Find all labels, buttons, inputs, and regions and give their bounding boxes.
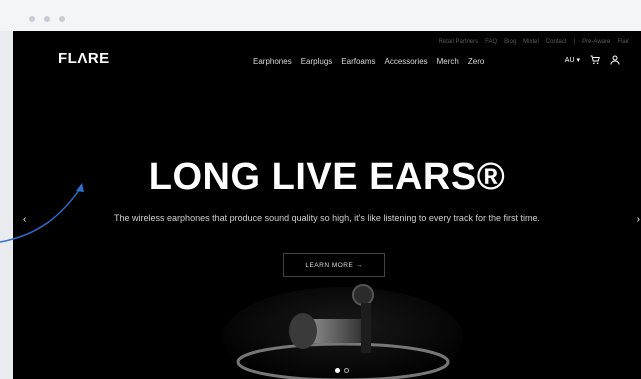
nav-item-earplugs[interactable]: Earplugs [301,57,333,66]
top-links: Retail Partners FAQ Blog Mixtel Contact … [438,39,629,51]
top-link[interactable]: Flair [617,39,629,51]
top-link[interactable]: Pre-Aware [582,39,610,51]
nav-item-merch[interactable]: Merch [437,57,459,66]
divider: | [573,39,576,45]
window-control-dot[interactable] [29,16,35,22]
browser-window: FLΛRE Retail Partners FAQ Blog Mixtel Co… [0,0,641,379]
window-control-dot[interactable] [44,16,50,22]
window-control-dot[interactable] [59,16,65,22]
carousel-dot-active[interactable] [335,368,340,373]
cart-icon[interactable] [590,55,600,65]
user-icon[interactable] [610,55,620,65]
earphone-product-image [223,284,463,379]
nav-item-zero[interactable]: Zero [468,57,484,66]
top-link[interactable]: Contact [546,39,567,51]
hero-subtitle: The wireless earphones that produce soun… [114,213,540,223]
hero-title: LONG LIVE EARS® [148,156,506,198]
utility-nav: AU ▾ [565,53,620,67]
region-label: AU [564,57,575,64]
carousel-pagination [335,368,349,373]
top-link[interactable]: Mixtel [523,39,539,51]
chevron-down-icon: ▾ [576,57,580,64]
top-link[interactable]: Blog [504,39,516,51]
nav-item-earfoams[interactable]: Earfoams [341,57,375,66]
carousel-dot[interactable] [344,368,349,373]
brand-logo[interactable]: FLΛRE [58,50,120,67]
website-viewport: FLΛRE Retail Partners FAQ Blog Mixtel Co… [13,31,641,379]
top-link[interactable]: FAQ [485,39,497,51]
region-selector[interactable]: AU ▾ [565,56,580,64]
browser-chrome [0,0,641,31]
carousel-prev-arrow[interactable]: ‹ [23,214,26,225]
nav-item-accessories[interactable]: Accessories [385,57,428,66]
carousel-next-arrow[interactable]: › [637,214,640,225]
top-link[interactable]: Retail Partners [438,39,478,51]
main-nav: Earphones Earplugs Earfoams Accessories … [253,55,545,67]
nav-item-earphones[interactable]: Earphones [253,57,292,66]
